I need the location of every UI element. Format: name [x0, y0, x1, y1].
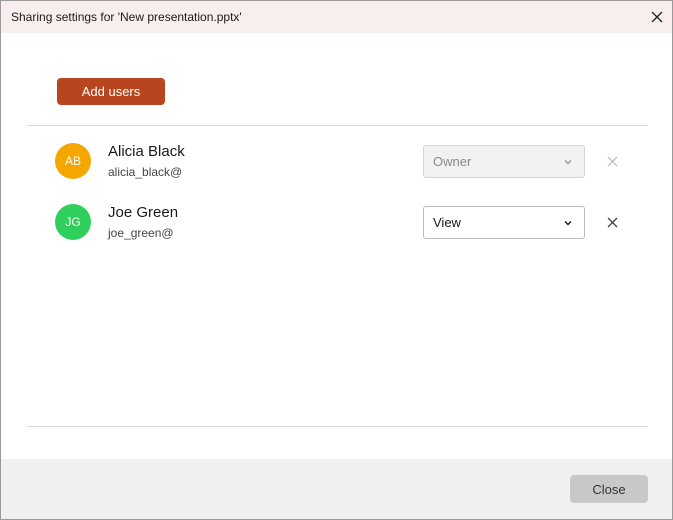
bottom-divider [27, 426, 648, 427]
close-button[interactable]: Close [570, 475, 648, 503]
chevron-down-icon [564, 160, 572, 165]
title-bar: Sharing settings for 'New presentation.p… [1, 1, 672, 33]
dialog-title: Sharing settings for 'New presentation.p… [11, 10, 242, 24]
top-divider [27, 125, 648, 126]
user-name: Alicia Black [108, 143, 185, 160]
remove-user-icon [603, 152, 621, 170]
avatar: AB [55, 143, 91, 179]
role-select: Owner [423, 145, 585, 178]
avatar: JG [55, 204, 91, 240]
avatar-initials: AB [64, 154, 81, 168]
role-value: Owner [433, 154, 472, 169]
avatar-initials: JG [65, 215, 81, 229]
add-users-button[interactable]: Add users [57, 78, 165, 105]
user-email: alicia_black@ [108, 165, 183, 179]
user-name: Joe Green [108, 204, 179, 221]
close-icon[interactable] [645, 6, 669, 28]
sharing-dialog: Sharing settings for 'New presentation.p… [0, 0, 673, 520]
remove-user-icon[interactable] [603, 213, 621, 231]
chevron-down-icon [564, 220, 572, 226]
role-value: View [433, 215, 461, 230]
role-select[interactable]: View [423, 206, 585, 239]
user-email: joe_green@ [108, 226, 174, 240]
